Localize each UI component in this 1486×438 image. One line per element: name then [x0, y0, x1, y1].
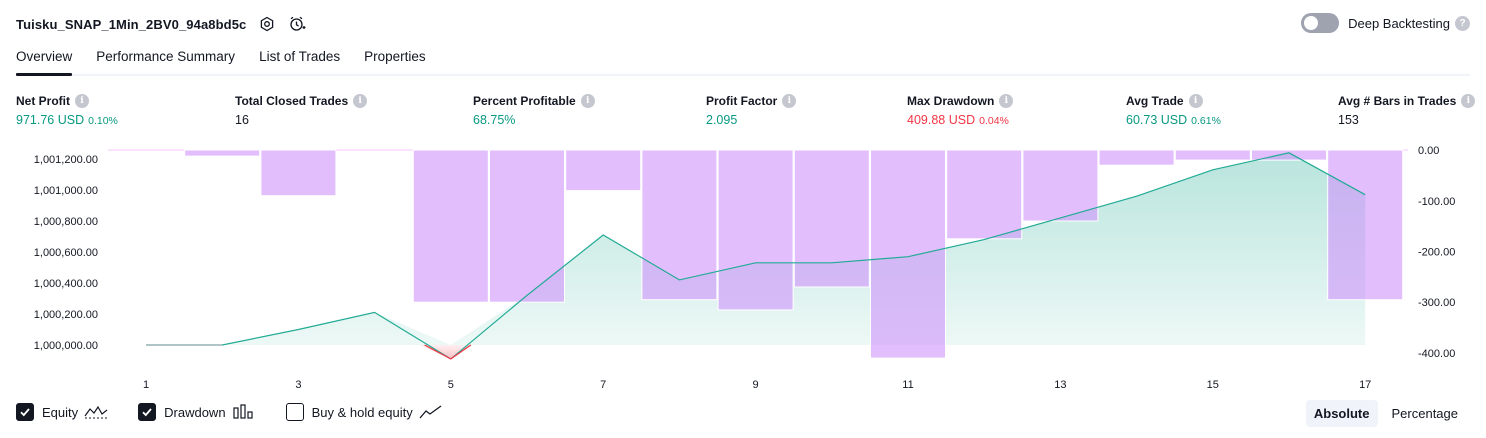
- equity-line-icon: [84, 404, 108, 420]
- stat-label: Profit Factor: [706, 94, 778, 108]
- tab-overview[interactable]: Overview: [16, 44, 73, 76]
- stat-label: Percent Profitable: [473, 94, 576, 108]
- drawdown-bar: [1098, 149, 1175, 166]
- display-mode-switch: Absolute Percentage: [1300, 400, 1466, 427]
- drawdown-bar: [565, 149, 642, 192]
- info-icon[interactable]: i: [353, 94, 368, 108]
- drawdown-checkbox[interactable]: [138, 403, 157, 421]
- stat-label: Max Drawdown: [907, 94, 995, 108]
- x-axis-tick: 17: [1359, 379, 1371, 391]
- stat-label: Avg # Bars in Trades: [1338, 94, 1457, 108]
- drawdown-bar: [1174, 149, 1251, 161]
- deep-backtesting-label: Deep Backtesting: [1348, 15, 1450, 31]
- left-axis-tick: 1,000,200.00: [34, 309, 98, 321]
- stat-value: 60.73 USD: [1126, 113, 1188, 127]
- strategy-title: Tuisku_SNAP_1Min_2BV0_94a8bd5c: [16, 16, 247, 32]
- info-icon[interactable]: i: [75, 94, 89, 108]
- legend-equity[interactable]: Equity: [16, 403, 108, 421]
- check-icon: [142, 408, 152, 417]
- stat-avg-bars-in-trades: Avg # Bars in Trades i 153: [1338, 94, 1476, 127]
- stat-label: Net Profit: [16, 94, 70, 108]
- stat-profit-factor: Profit Factor i 2.095: [706, 94, 797, 127]
- legend-label: Equity: [42, 404, 79, 420]
- drawdown-bar: [946, 149, 1023, 240]
- stat-value: 68.75%: [473, 113, 516, 127]
- legend-label: Drawdown: [164, 404, 226, 420]
- stat-total-closed-trades: Total Closed Trades i 16: [235, 94, 368, 127]
- tab-performance-summary[interactable]: Performance Summary: [96, 44, 235, 74]
- info-icon[interactable]: i: [999, 94, 1014, 108]
- deep-backtesting-toggle[interactable]: [1301, 13, 1340, 33]
- left-axis-tick: 1,001,200.00: [34, 154, 98, 166]
- toggle-knob: [1304, 16, 1319, 30]
- right-axis-tick: 0.00: [1418, 145, 1439, 157]
- x-axis-tick: 13: [1054, 379, 1066, 391]
- right-axis-tick: -200.00: [1418, 247, 1455, 259]
- left-axis-tick: 1,000,800.00: [34, 216, 98, 228]
- stat-value: 16: [235, 113, 249, 127]
- stat-max-drawdown: Max Drawdown i 409.88 USD 0.04%: [907, 94, 1014, 127]
- mode-absolute[interactable]: Absolute: [1305, 400, 1378, 427]
- left-axis-tick: 1,000,400.00: [34, 278, 98, 290]
- info-icon[interactable]: i: [782, 94, 797, 108]
- mode-percentage[interactable]: Percentage: [1384, 400, 1467, 427]
- drawdown-bars-icon: [232, 404, 256, 420]
- stat-value: 409.88 USD: [907, 113, 976, 127]
- right-axis-tick: -300.00: [1418, 297, 1455, 309]
- stat-avg-trade: Avg Trade i 60.73 USD 0.61%: [1126, 94, 1221, 127]
- add-alert-icon[interactable]: [288, 15, 306, 33]
- stat-percent: 0.61%: [1191, 115, 1221, 127]
- stat-value: 2.095: [706, 113, 738, 127]
- equity-drawdown-chart[interactable]: 1,001,200.00 1,001,000.00 1,000,800.00 1,00…: [0, 140, 1486, 400]
- drawdown-bar: [1327, 149, 1404, 301]
- report-tabs: Overview Performance Summary List of Tra…: [16, 44, 1470, 76]
- stat-label: Total Closed Trades: [235, 94, 349, 108]
- info-icon[interactable]: i: [1461, 94, 1476, 108]
- drawdown-bar: [793, 149, 870, 288]
- x-axis-tick: 3: [295, 379, 301, 391]
- buy-hold-checkbox[interactable]: [285, 403, 304, 421]
- x-axis-tick: 15: [1207, 379, 1219, 391]
- x-axis-tick: 7: [600, 379, 606, 391]
- equity-checkbox[interactable]: [16, 403, 34, 421]
- drawdown-bar: [641, 149, 718, 301]
- stat-percent: 0.10%: [88, 115, 118, 127]
- x-axis-tick: 11: [902, 379, 913, 391]
- left-axis-tick: 1,000,000.00: [34, 340, 98, 352]
- stat-label: Avg Trade: [1126, 94, 1184, 108]
- left-axis-tick: 1,000,600.00: [34, 247, 98, 259]
- legend-label: Buy & hold equity: [311, 404, 413, 420]
- x-axis-tick: 1: [143, 379, 149, 391]
- drawdown-bar: [870, 149, 946, 359]
- chart-legend: Equity Drawdown Buy & hold equity: [16, 403, 473, 421]
- drawdown-bar: [489, 149, 565, 303]
- help-icon[interactable]: ?: [1455, 15, 1470, 31]
- check-icon: [20, 408, 30, 417]
- drawdown-bar: [260, 149, 337, 197]
- buyhold-line-icon: [419, 404, 443, 420]
- right-axis-tick: -400.00: [1418, 348, 1455, 360]
- stat-percent-profitable: Percent Profitable i 68.75%: [473, 94, 595, 127]
- drawdown-bar: [412, 149, 489, 303]
- settings-icon[interactable]: [258, 15, 276, 33]
- x-axis-tick: 9: [753, 379, 759, 391]
- info-icon[interactable]: i: [580, 94, 595, 108]
- deep-backtesting: Deep Backtesting ?: [1301, 13, 1470, 33]
- drawdown-bar: [717, 149, 794, 311]
- right-axis-tick: -100.00: [1418, 196, 1455, 208]
- tab-properties[interactable]: Properties: [364, 44, 426, 74]
- x-axis-tick: 5: [448, 379, 454, 391]
- stat-value: 971.76 USD: [16, 113, 85, 127]
- stat-net-profit: Net Profit i 971.76 USD 0.10%: [16, 94, 118, 127]
- stat-value: 153: [1338, 113, 1359, 127]
- tab-list-of-trades[interactable]: List of Trades: [259, 44, 340, 74]
- report-header: Tuisku_SNAP_1Min_2BV0_94a8bd5c: [16, 12, 306, 36]
- stat-percent: 0.04%: [979, 115, 1009, 127]
- left-axis-tick: 1,001,000.00: [34, 185, 98, 197]
- legend-buy-hold[interactable]: Buy & hold equity: [285, 403, 443, 421]
- info-icon[interactable]: i: [1188, 94, 1203, 108]
- drawdown-bar: [184, 149, 261, 157]
- legend-drawdown[interactable]: Drawdown: [138, 403, 255, 421]
